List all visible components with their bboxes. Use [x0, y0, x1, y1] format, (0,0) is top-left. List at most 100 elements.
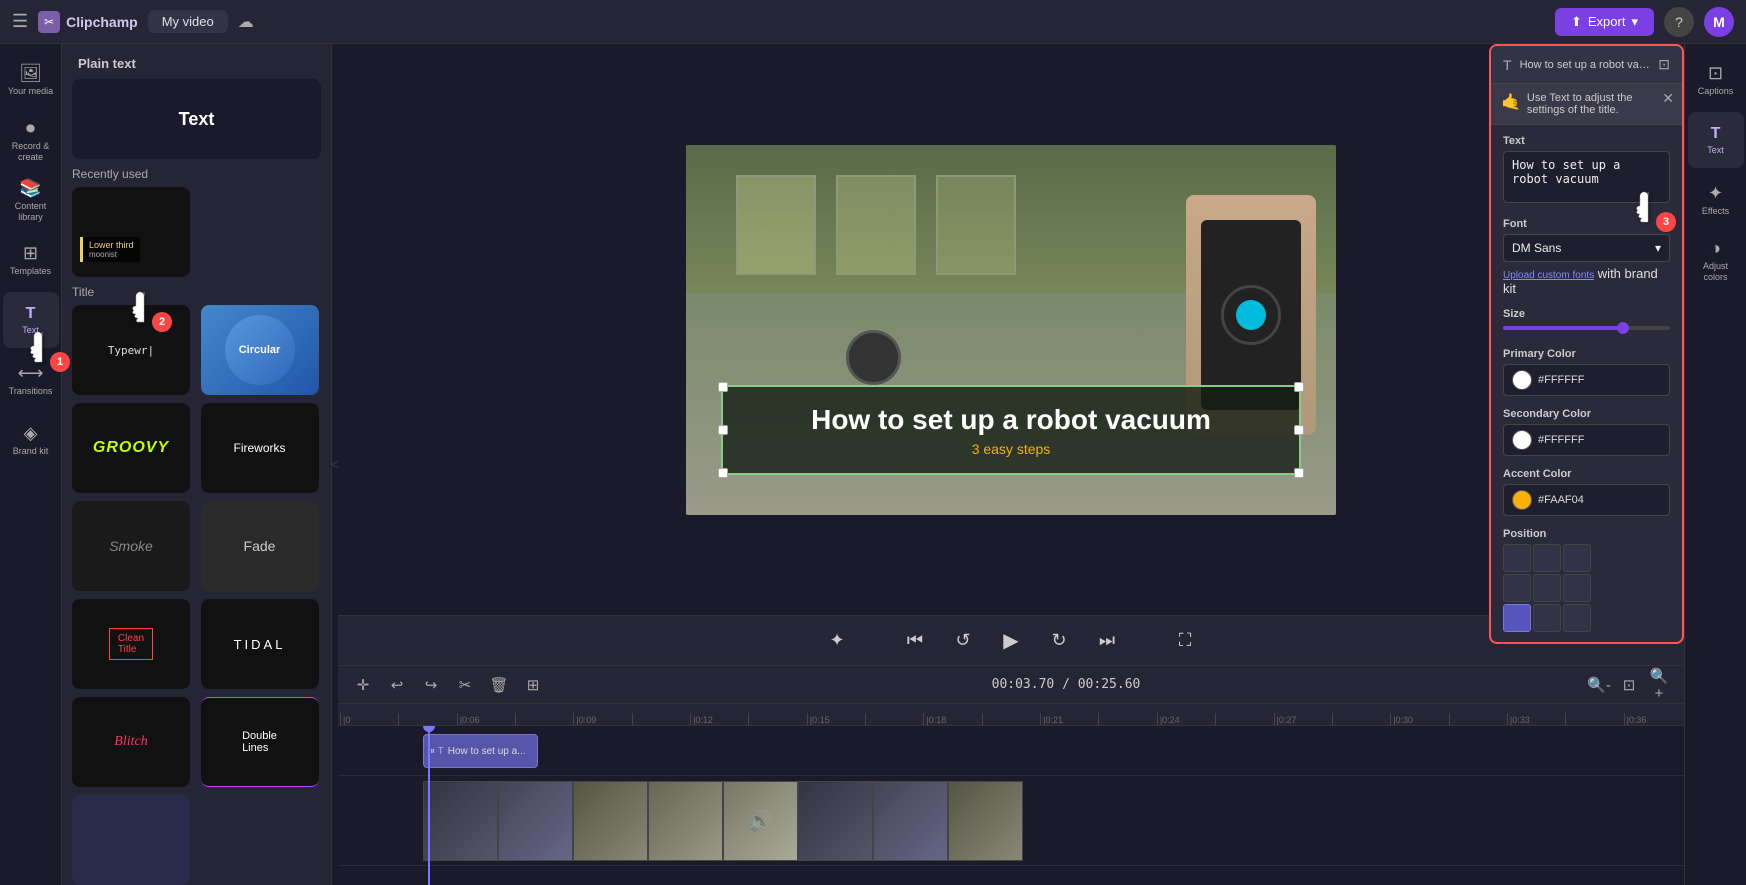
help-button[interactable]: ? [1664, 7, 1694, 37]
sidebar-item-text-right[interactable]: T Text [1688, 112, 1744, 168]
video-window-2 [836, 175, 916, 275]
tooltip-text: Use Text to adjust the settings of the t… [1527, 92, 1672, 116]
sidebar-item-adjust-colors[interactable]: ◑ Adjustcolors [1688, 232, 1744, 288]
sidebar-label-brand-kit: Brand kit [13, 446, 49, 457]
zoom-out-button[interactable]: 🔍- [1586, 672, 1612, 698]
corner-handle-bl[interactable] [718, 468, 728, 478]
tpp-font-select[interactable]: DM Sans ▾ [1503, 234, 1670, 262]
pos-top-center[interactable] [1533, 544, 1561, 572]
template-tidal[interactable]: TIDAL [201, 599, 319, 689]
hamburger-menu[interactable]: ☰ [12, 11, 28, 32]
tpp-accent-color-button[interactable]: #FAAF04 [1503, 484, 1670, 516]
video-title-tab[interactable]: My video [148, 10, 228, 33]
ruler-mark-19 [1449, 713, 1507, 725]
clean-title-inner: CleanTitle [109, 628, 153, 660]
sidebar-item-your-media[interactable]: 🖼 Your media [3, 52, 59, 108]
rewind-button[interactable]: ↺ [947, 625, 979, 657]
pos-top-left[interactable] [1503, 544, 1531, 572]
user-avatar[interactable]: M [1704, 7, 1734, 37]
sidebar-item-text[interactable]: T Text [3, 292, 59, 348]
tidal-label: TIDAL [234, 637, 286, 652]
vid-thumb-5: 🔊 [723, 781, 798, 861]
vid-thumb-8 [948, 781, 1023, 861]
pos-mid-left[interactable] [1503, 574, 1531, 602]
text-icon: T [26, 305, 36, 323]
tpp-size-slider[interactable] [1503, 326, 1670, 330]
corner-handle-br[interactable] [1294, 468, 1304, 478]
pos-mid-right[interactable] [1563, 574, 1591, 602]
text-clip[interactable]: ⏸ T How to set up a... [423, 734, 538, 768]
timeline-cursor-tool[interactable]: ✛ [350, 672, 376, 698]
timeline-add-media[interactable]: ⊞ [520, 672, 546, 698]
side-handle-right[interactable] [1294, 425, 1304, 435]
sidebar-item-transitions[interactable]: ⟷ Transitions [3, 352, 59, 408]
primary-color-value: #FFFFFF [1538, 374, 1584, 386]
template-glitch[interactable]: Blitch [72, 697, 190, 787]
template-typewriter[interactable]: Typewr| [72, 305, 190, 395]
sidebar-item-captions[interactable]: ⊡ Captions [1688, 52, 1744, 108]
timeline-scroll[interactable]: |0 |0:06 |0:09 |0:12 |0:15 |0:18 |0:21 [338, 704, 1684, 885]
typewriter-label: Typewr| [108, 344, 154, 357]
side-handle-left[interactable] [718, 425, 728, 435]
skip-back-button[interactable]: ⏮ [899, 625, 931, 657]
video-canvas[interactable]: How to set up a robot vacuum 3 easy step… [686, 145, 1336, 515]
timeline-delete[interactable]: 🗑 [486, 672, 512, 698]
fireworks-label: Fireworks [233, 441, 285, 455]
template-fireworks[interactable]: Fireworks [201, 403, 319, 493]
pos-bot-right[interactable] [1563, 604, 1591, 632]
skip-forward-button[interactable]: ⏭ [1091, 625, 1123, 657]
template-double-lines[interactable]: DoubleLines [201, 697, 319, 787]
playhead[interactable] [428, 726, 430, 885]
template-groovy[interactable]: GROOVY [72, 403, 190, 493]
corner-handle-tl[interactable] [718, 382, 728, 392]
timeline-redo[interactable]: ↪ [418, 672, 444, 698]
export-button[interactable]: ⬆ Export ▾ [1555, 8, 1654, 36]
phone-button-center [1236, 300, 1266, 330]
tpp-secondary-color-button[interactable]: #FFFFFF [1503, 424, 1670, 456]
timeline-undo[interactable]: ↩ [384, 672, 410, 698]
tpp-size-section: Size [1503, 308, 1670, 336]
tpp-primary-color-button[interactable]: #FFFFFF [1503, 364, 1670, 396]
text-right-icon: T [1711, 125, 1721, 143]
zoom-fit-button[interactable]: ⊡ [1616, 672, 1642, 698]
sidebar-item-brand-kit[interactable]: ◈ Brand kit [3, 412, 59, 468]
template-plain-text[interactable]: Text [72, 79, 321, 159]
phone-screen [1201, 220, 1301, 410]
video-thumbnail-strip: 🔊 [423, 781, 1023, 861]
sidebar-item-record-create[interactable]: ⏺ Record &create [3, 112, 59, 168]
groovy-label: GROOVY [93, 439, 169, 457]
template-clean-title[interactable]: CleanTitle [72, 599, 190, 689]
fullscreen-button[interactable]: ⛶ [1169, 625, 1201, 657]
ruler-mark-2: |0:06 [457, 713, 515, 725]
pos-bot-center[interactable] [1533, 604, 1561, 632]
sidebar-item-content-library[interactable]: 📚 Contentlibrary [3, 172, 59, 228]
time-current: 00:03.70 [992, 677, 1055, 692]
tpp-close-button[interactable]: ✕ [1662, 90, 1674, 107]
template-lower-third[interactable]: Lower third moonist [72, 187, 190, 277]
pos-bot-left[interactable] [1503, 604, 1531, 632]
template-extra[interactable] [72, 795, 190, 885]
zoom-in-button[interactable]: 🔍+ [1646, 672, 1672, 698]
template-fade[interactable]: Fade [201, 501, 319, 591]
upload-fonts-link[interactable]: Upload custom fonts [1503, 270, 1594, 281]
play-button[interactable]: ▶ [995, 625, 1027, 657]
pos-top-right[interactable] [1563, 544, 1591, 572]
content-library-icon: 📚 [19, 178, 41, 199]
pos-mid-center[interactable] [1533, 574, 1561, 602]
plain-text-grid: Text [72, 79, 321, 159]
forward-button[interactable]: ↻ [1043, 625, 1075, 657]
corner-handle-tr[interactable] [1294, 382, 1304, 392]
timeline-cut[interactable]: ✂ [452, 672, 478, 698]
magic-wand-button[interactable]: ✦ [821, 625, 853, 657]
sidebar-item-effects[interactable]: ✦ Effects [1688, 172, 1744, 228]
sidebar-item-templates[interactable]: ⊞ Templates [3, 232, 59, 288]
adjust-colors-label: Adjustcolors [1703, 261, 1728, 283]
tpp-text-input[interactable]: How to set up a robot vacuum [1503, 151, 1670, 203]
smoke-label: Smoke [109, 538, 153, 554]
template-circular[interactable]: Circular [201, 305, 319, 395]
tooltip-emoji: 🤙 [1501, 92, 1521, 112]
template-smoke[interactable]: Smoke [72, 501, 190, 591]
vid-thumb-4 [648, 781, 723, 861]
templates-grid-section: Text Recently used Lower third moonist T… [62, 79, 331, 885]
text-overlay[interactable]: How to set up a robot vacuum 3 easy step… [721, 385, 1301, 475]
